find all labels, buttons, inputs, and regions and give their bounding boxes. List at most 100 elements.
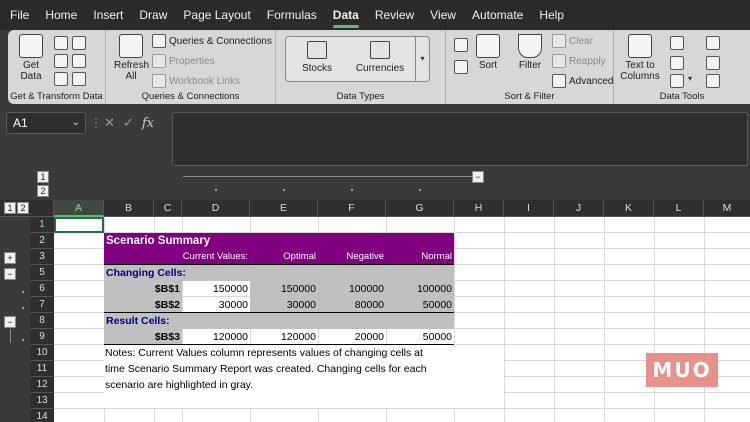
sort-ascending-icon[interactable] <box>454 38 468 52</box>
remove-duplicates-icon[interactable] <box>670 56 684 70</box>
row-header-9[interactable]: 9 <box>30 329 54 345</box>
menu-home[interactable]: Home <box>45 0 77 30</box>
from-web-icon[interactable] <box>72 36 86 50</box>
from-text-icon[interactable] <box>54 36 68 50</box>
menu-page-layout[interactable]: Page Layout <box>183 0 250 30</box>
sheet-area[interactable]: Scenario Summary Current Values: Optimal… <box>54 217 750 422</box>
menu-formulas[interactable]: Formulas <box>267 0 317 30</box>
col-header-h[interactable]: H <box>454 200 504 217</box>
name-box-value: A1 <box>13 116 28 130</box>
filter-button[interactable]: Filter <box>514 34 546 71</box>
row-header-1[interactable]: 1 <box>30 217 54 233</box>
recent-sources-icon[interactable] <box>72 54 86 68</box>
stocks-button[interactable]: Stocks <box>300 41 334 74</box>
text-to-columns-icon <box>628 34 652 58</box>
advanced-filter-icon <box>552 74 566 88</box>
data-types-more-icon[interactable]: ▾ <box>415 37 429 81</box>
col-header-d[interactable]: D <box>182 200 250 217</box>
row-header-6[interactable]: 6 <box>30 281 54 297</box>
sort-descending-icon[interactable] <box>454 60 468 74</box>
properties-button[interactable]: Properties <box>152 54 215 68</box>
spreadsheet-grid: 1 2 A B C D E F G H I J K L M + − − 1 2 … <box>0 200 750 422</box>
reapply-button[interactable]: Reapply <box>552 54 606 68</box>
col-header-j[interactable]: J <box>554 200 604 217</box>
row-header-12[interactable]: 12 <box>30 377 54 393</box>
row-outline-level-2[interactable]: 2 <box>17 202 29 214</box>
col-header-f[interactable]: F <box>318 200 386 217</box>
selected-cell-a1[interactable] <box>54 217 104 233</box>
row-header-2[interactable]: 2 <box>30 233 54 249</box>
row-outline-level-1[interactable]: 1 <box>4 202 16 214</box>
relationships-icon[interactable] <box>706 56 720 70</box>
select-all-corner[interactable] <box>30 200 54 217</box>
consolidate-icon[interactable] <box>706 36 720 50</box>
workbook-links-button[interactable]: Workbook Links <box>152 74 240 88</box>
col-outline-level-1[interactable]: 1 <box>37 171 49 183</box>
data-validation-chevron-icon[interactable]: ▾ <box>688 74 692 83</box>
col-header-i[interactable]: I <box>504 200 554 217</box>
cancel-icon[interactable]: ✕ <box>104 115 115 131</box>
col-header-e[interactable]: E <box>250 200 318 217</box>
notes-line-3: scenario are highlighted in gray. <box>105 379 254 391</box>
advanced-button[interactable]: Advanced <box>552 74 613 88</box>
menu-insert[interactable]: Insert <box>93 0 123 30</box>
group-label-get-transform: Get & Transform Data <box>10 91 103 102</box>
get-data-button[interactable]: Get Data <box>16 34 46 82</box>
enter-icon[interactable]: ✓ <box>123 115 134 131</box>
col-header-b[interactable]: B <box>104 200 154 217</box>
clear-button[interactable]: Clear <box>552 34 593 48</box>
row-collapse-button-2[interactable]: − <box>4 316 16 328</box>
text-to-columns-button[interactable]: Text to Columns <box>620 34 660 82</box>
value-cell: 120000 <box>280 331 316 343</box>
header-current-values: Current Values: <box>182 251 248 262</box>
col-header-a[interactable]: A <box>54 200 104 217</box>
menu-review[interactable]: Review <box>375 0 414 30</box>
queries-connections-button[interactable]: Queries & Connections <box>152 34 272 48</box>
col-header-c[interactable]: C <box>154 200 182 217</box>
row-header-14[interactable]: 14 <box>30 409 54 422</box>
existing-connections-icon[interactable] <box>54 72 68 86</box>
row-header-11[interactable]: 11 <box>30 361 54 377</box>
col-outline-level-2[interactable]: 2 <box>37 185 49 197</box>
row-collapse-button[interactable]: − <box>4 268 16 280</box>
row-header-5[interactable]: 5 <box>30 265 54 281</box>
formula-input[interactable] <box>172 112 748 166</box>
menu-file[interactable]: File <box>10 0 29 30</box>
col-header-g[interactable]: G <box>386 200 454 217</box>
col-header-k[interactable]: K <box>604 200 654 217</box>
currencies-button[interactable]: Currencies <box>354 41 406 74</box>
sort-icon <box>476 34 500 58</box>
row-header-10[interactable]: 10 <box>30 345 54 361</box>
row-header-7[interactable]: 7 <box>30 297 54 313</box>
group-label-queries: Queries & Connections <box>141 91 240 102</box>
name-box[interactable]: A1 ⌄ <box>6 112 86 134</box>
row-header-13[interactable]: 13 <box>30 393 54 409</box>
group-sort-filter: Sort Filter Clear Reapply Advanced Sort … <box>446 30 614 104</box>
col-header-m[interactable]: M <box>704 200 750 217</box>
menu-view[interactable]: View <box>430 0 456 30</box>
sort-button[interactable]: Sort <box>474 34 502 71</box>
database-icon <box>19 34 43 58</box>
from-table-icon[interactable] <box>54 54 68 68</box>
row-header-3[interactable]: 3 <box>30 249 54 265</box>
menu-automate[interactable]: Automate <box>472 0 523 30</box>
flash-fill-icon[interactable] <box>670 36 684 50</box>
changing-cell-ref-2: $B$2 <box>154 299 180 311</box>
col-collapse-button[interactable]: − <box>472 171 484 183</box>
col-header-l[interactable]: L <box>654 200 704 217</box>
from-picture-icon[interactable] <box>72 72 86 86</box>
insert-function-icon[interactable]: fx <box>142 116 154 131</box>
data-validation-icon[interactable] <box>670 74 684 88</box>
refresh-all-button[interactable]: Refresh All <box>114 34 149 82</box>
row-header-8[interactable]: 8 <box>30 313 54 329</box>
scenario-title: Scenario Summary <box>106 235 211 247</box>
row-expand-button[interactable]: + <box>4 252 16 264</box>
manage-data-model-icon[interactable] <box>706 74 720 88</box>
menu-help[interactable]: Help <box>539 0 564 30</box>
menu-draw[interactable]: Draw <box>139 0 167 30</box>
value-cell: 50000 <box>422 331 452 343</box>
chevron-down-icon[interactable]: ⌄ <box>72 113 80 133</box>
menu-data[interactable]: Data <box>332 0 359 30</box>
queries-connections-label: Queries & Connections <box>169 35 272 47</box>
outline-dot <box>22 307 24 309</box>
